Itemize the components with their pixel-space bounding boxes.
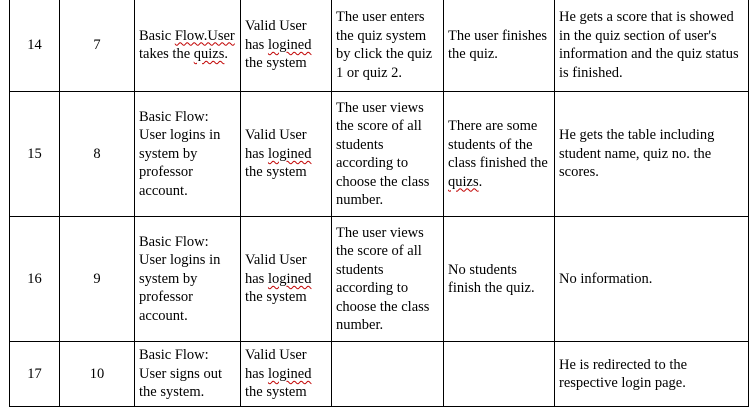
table-row: 15 8 Basic Flow: User logins in system b… [9,91,749,217]
case-id-cell: 7 [59,0,135,92]
spellcheck-flagged-word: logined [267,365,312,382]
cell-text: He gets a score that is showed in the qu… [559,9,739,81]
action-cell [331,341,444,407]
case-number-cell: 16 [9,216,60,342]
table-row: 17 10 Basic Flow: User signs out the sys… [9,341,749,407]
cell-text: the system [245,164,307,181]
flow-cell: Basic Flow.User takes the quizs. [134,0,241,92]
test-case-table: 14 7 Basic Flow.User takes the quizs. Va… [9,0,749,407]
cell-text: Basic Flow: User logins in system by pro… [139,108,221,199]
case-id-cell: 8 [59,91,135,217]
action-cell: The user enters the quiz system by click… [331,0,444,92]
cell-text: He is redirected to the respective login… [559,356,688,392]
cell-text: Basic Flow: User logins in system by pro… [139,233,221,324]
spellcheck-flagged-word: logined [267,270,312,287]
cell-text: the system [245,289,307,306]
spellcheck-flagged-word: Flow.User [174,27,235,44]
precondition-cell: Valid User has logined the system [240,91,332,217]
case-number-cell: 14 [9,0,60,92]
spellcheck-flagged-word: logined [267,36,312,53]
table-row: 16 9 Basic Flow: User logins in system b… [9,216,749,342]
cell-text: There are some students of the class fin… [448,118,548,171]
cell-text: No students finish the quiz. [448,261,535,297]
cell-text: The user views the score of all students… [336,224,430,334]
cell-text: He gets the table including student name… [559,127,715,181]
spellcheck-flagged-word: quizs [193,46,225,62]
cell-text: Basic Flow: User signs out the system. [139,347,222,401]
cell-text: the system [245,384,307,401]
cell-text: The user views the score of all students… [336,99,430,209]
precondition-cell: Valid User has logined the system [240,0,332,92]
cell-text: . [478,173,483,190]
condition-cell: The user finishes the quiz. [443,0,555,92]
cell-text: No information. [559,270,653,287]
expected-result-cell: He gets the table including student name… [554,91,749,217]
flow-cell: Basic Flow: User logins in system by pro… [134,91,241,217]
cell-text: the system [245,55,307,72]
condition-cell: There are some students of the class fin… [443,91,555,217]
cell-text: Basic [139,27,175,44]
cell-text: takes the [139,46,194,62]
cell-text: . [224,46,228,62]
cell-text: The user finishes the quiz. [448,27,548,63]
condition-cell [443,341,555,407]
case-id-cell: 10 [59,341,135,407]
expected-result-cell: He is redirected to the respective login… [554,341,749,407]
action-cell: The user views the score of all students… [331,91,444,217]
case-number-cell: 17 [9,341,60,407]
case-id-cell: 9 [59,216,135,342]
spellcheck-flagged-word: quizs [448,173,479,190]
expected-result-cell: No information. [554,216,749,342]
action-cell: The user views the score of all students… [331,216,444,342]
condition-cell: No students finish the quiz. [443,216,555,342]
expected-result-cell: He gets a score that is showed in the qu… [554,0,749,92]
precondition-cell: Valid User has logined the system [240,216,332,342]
cell-text: The user enters the quiz system by click… [336,9,433,81]
flow-cell: Basic Flow: User signs out the system. [134,341,241,407]
flow-cell: Basic Flow: User logins in system by pro… [134,216,241,342]
precondition-cell: Valid User has logined the system [240,341,332,407]
table-row: 14 7 Basic Flow.User takes the quizs. Va… [9,0,749,92]
spellcheck-flagged-word: logined [267,145,312,162]
case-number-cell: 15 [9,91,60,217]
